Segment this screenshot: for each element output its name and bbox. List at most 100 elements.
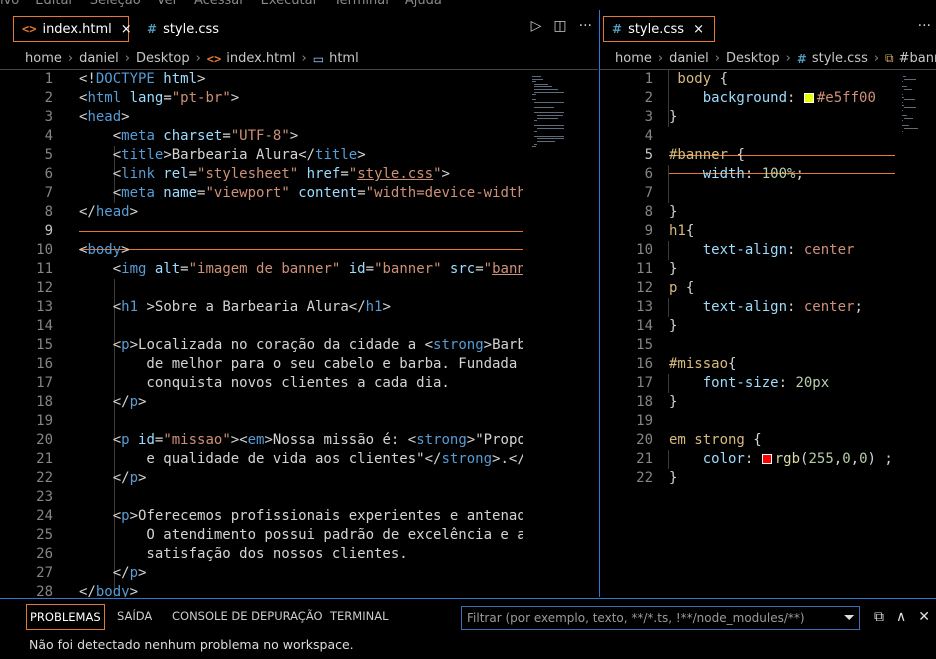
close-icon[interactable]: × — [693, 22, 704, 37]
tab-index-html[interactable]: <> index.html × — [13, 16, 132, 42]
code-token: > — [129, 337, 139, 353]
tab-bar-right: # style.css × ··· — [600, 10, 936, 48]
panel-tab-problems[interactable]: PROBLEMAS — [26, 604, 105, 630]
problems-message: Não foi detectado nenhum problema no wor… — [29, 637, 354, 652]
color-swatch-icon[interactable] — [761, 454, 772, 464]
code-token: p — [129, 565, 139, 581]
close-icon[interactable]: × — [121, 22, 132, 37]
tab-style-css[interactable]: # style.css — [139, 16, 249, 42]
close-panel-icon[interactable]: ✕ — [918, 609, 930, 625]
line-number: 10 — [636, 242, 653, 258]
minimap[interactable] — [902, 76, 936, 156]
line-number: 2 — [44, 90, 53, 106]
more-actions-icon[interactable]: ··· — [918, 18, 931, 34]
menu-item[interactable]: Acessar — [194, 0, 245, 8]
code-token: : — [787, 90, 804, 106]
bottom-panel: PROBLEMAS SAÍDA CONSOLE DE DEPURAÇÃO TER… — [0, 598, 936, 659]
element-icon: ▭ — [312, 51, 325, 66]
code-token: e qualidade de vida aos clientes" — [79, 451, 425, 467]
breadcrumb-item[interactable]: html — [329, 51, 359, 66]
code-editor-index-html[interactable]: 1 <!DOCTYPE html> 2 <html lang="pt-br"> 3 <he… — [0, 70, 598, 597]
code-text: O atendimento possui padrão de excelênci… — [79, 526, 523, 545]
code-token: rgb — [774, 451, 801, 467]
maximize-panel-icon[interactable]: ∧ — [896, 609, 906, 625]
menu-item[interactable]: Ver — [157, 0, 178, 8]
breadcrumb-item[interactable]: daniel — [79, 51, 119, 66]
run-icon[interactable]: ▷ — [531, 18, 542, 34]
editor-actions: ··· — [918, 18, 931, 34]
panel-tab-debug-console[interactable]: CONSOLE DE DEPURAÇÃO — [172, 604, 323, 630]
split-editor-icon[interactable]: ◫ — [553, 18, 566, 34]
code-token: O atendimento possui padrão de excelênci… — [79, 527, 523, 543]
code-line: 19 — [0, 412, 523, 431]
code-token: </ — [508, 451, 523, 467]
breadcrumb-item[interactable]: index.html — [226, 51, 295, 66]
menu-item[interactable]: Executar — [261, 0, 318, 8]
breadcrumb-item[interactable]: home — [615, 51, 652, 66]
code-token: " — [483, 261, 493, 277]
code-token: : — [744, 166, 762, 182]
code-line: 1 body { — [600, 70, 895, 89]
code-token: "missao" — [163, 432, 231, 448]
code-token: ) ; — [867, 451, 893, 467]
line-number: 21 — [36, 451, 53, 467]
line-number: 12 — [36, 280, 53, 296]
breadcrumb-item[interactable]: Desktop — [136, 51, 190, 66]
code-token: } — [669, 318, 678, 334]
panel-tab-output[interactable]: SAÍDA — [117, 604, 152, 630]
code-text: <h1 >Sobre a Barbearia Alura</h1> — [79, 298, 391, 317]
code-lines: 1 body {2 background: #e5ff00 3} 4 5 #banner… — [600, 70, 895, 597]
filter-icon[interactable]: ⏷ — [844, 607, 855, 629]
code-text: } — [669, 108, 677, 127]
selector-icon: ⧉ — [885, 51, 894, 65]
minimap-line — [534, 143, 537, 145]
code-editor-style-css[interactable]: 1 body {2 background: #e5ff00 3} 4 5 #banner… — [600, 70, 936, 597]
code-token: "banner" — [374, 261, 442, 277]
minimap-line — [532, 76, 541, 77]
code-text: } — [669, 260, 677, 279]
menu-item[interactable]: Terminal — [334, 0, 389, 8]
menu-item[interactable]: Ajuda — [405, 0, 442, 8]
tab-style-css[interactable]: # style.css × — [603, 16, 715, 42]
panel-tab-terminal[interactable]: TERMINAL — [330, 604, 388, 630]
code-token: alt — [146, 261, 181, 277]
code-token: = — [340, 166, 349, 182]
breadcrumb-item[interactable]: #banner — [899, 51, 936, 66]
collapse-all-icon[interactable]: ⧉ — [874, 609, 884, 625]
breadcrumb-item[interactable]: style.css — [812, 51, 868, 66]
html-file-icon: <> — [206, 51, 222, 66]
code-token: > — [146, 299, 155, 315]
chevron-right-icon: › — [873, 51, 880, 66]
code-line: 16 de melhor para o seu cabelo e barba. … — [0, 355, 523, 374]
html-file-icon: <> — [22, 22, 37, 36]
line-number: 8 — [644, 204, 653, 220]
breadcrumb-item[interactable]: Desktop — [726, 51, 780, 66]
color-swatch-icon[interactable] — [803, 93, 814, 103]
menu-item[interactable]: ivo — [0, 0, 19, 8]
line-number: 1 — [644, 71, 653, 87]
problems-filter-input[interactable]: Filtrar (por exemplo, texto, **/*.ts, !*… — [461, 606, 860, 630]
code-token: "pt-br" — [171, 90, 231, 106]
minimap-line — [534, 86, 553, 88]
code-token: Nossa missão é: — [272, 432, 408, 448]
menu-item[interactable]: Seleção — [90, 0, 141, 8]
more-actions-icon[interactable]: ··· — [579, 18, 592, 34]
code-text: </head> — [79, 203, 138, 222]
code-token: < — [112, 299, 122, 315]
code-line: 9 — [0, 222, 523, 241]
code-token: style.css — [357, 166, 434, 182]
code-token: p — [129, 470, 139, 486]
minimap[interactable] — [532, 76, 580, 156]
code-token: { — [685, 223, 695, 239]
breadcrumb-item[interactable]: home — [25, 51, 62, 66]
breadcrumb-item[interactable]: daniel — [669, 51, 709, 66]
menu-item[interactable]: Editar — [35, 0, 74, 8]
css-file-icon: # — [612, 22, 623, 36]
code-token: body — [87, 242, 122, 258]
line-number: 18 — [636, 394, 653, 410]
code-token: #e5ff00 — [816, 90, 876, 106]
line-number: 9 — [44, 223, 53, 239]
